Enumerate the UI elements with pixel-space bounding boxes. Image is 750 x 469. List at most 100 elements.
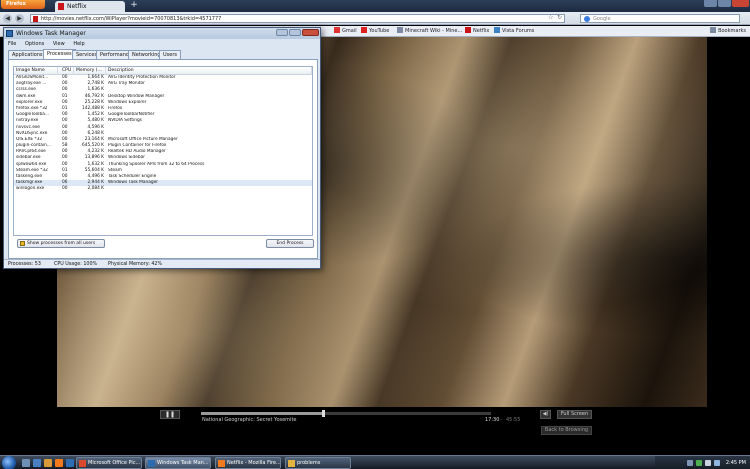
tab-title: Netflix [67,3,87,10]
forward-arrow-icon[interactable]: ▶ [15,14,24,23]
fullscreen-button[interactable]: Full Screen [557,410,592,419]
browser-titlebar: Firefox Netflix + [0,0,750,12]
forum-icon [494,27,500,33]
new-tab-icon[interactable]: + [128,1,140,11]
page-icon [397,27,403,33]
process-rows: AVGIDSMonit... 00 1,664 K AVG Identity Prot… [14,75,312,193]
tab-applications[interactable]: Applications [8,50,47,59]
tray-icon[interactable] [687,460,693,466]
close-icon[interactable] [732,0,749,7]
volume-icon[interactable]: ◀) [540,410,551,419]
shield-icon [20,241,25,246]
taskbar-item[interactable]: Netflix - Mozilla Fire... [215,457,281,469]
taskbar-item[interactable]: Windows Task Man... [145,457,211,469]
task-manager-tabs: Applications Processes Services Performa… [8,49,318,59]
process-list-header: Image Name CPU Memory (... Description [14,67,312,75]
task-manager-window-controls [275,29,319,38]
maximize-icon[interactable] [718,0,731,7]
gmail-icon [334,27,340,33]
show-all-processes-button[interactable]: Show processes from all users [17,239,105,248]
screen: Firefox Netflix + ◀ ▶ http://movies.netf… [0,0,750,469]
task-manager-statusbar: Processes: 53 CPU Usage: 100% Physical M… [4,259,320,268]
taskbar: Microsoft Office Pic... Windows Task Man… [0,455,750,469]
taskbar-item[interactable]: problems [285,457,351,469]
folder-icon[interactable] [44,459,52,467]
bookmark-item[interactable]: Minecraft Wiki - Mine... [397,26,462,37]
cell-image-name: winlogon.exe [16,186,45,192]
table-row[interactable]: winlogon.exe 00 2,084 K [14,186,312,192]
maximize-icon[interactable] [289,29,301,36]
bookmarks-menu[interactable]: Bookmarks [710,26,746,37]
picture-manager-icon [79,460,86,467]
bookmark-item[interactable]: Gmail [334,26,357,37]
task-manager-titlebar[interactable]: Windows Task Manager [4,28,320,39]
google-icon [584,16,590,22]
window-controls [704,0,750,8]
firefox-icon[interactable] [55,459,63,467]
bookmarks-icon [710,27,717,33]
taskbar-item[interactable]: Microsoft Office Pic... [76,457,142,469]
menu-options[interactable]: Options [25,41,44,47]
cell-cpu: 00 [62,186,68,192]
firefox-icon [218,460,225,467]
process-list[interactable]: Image Name CPU Memory (... Description A… [13,66,313,236]
tab-netflix[interactable]: Netflix [55,1,125,12]
minimize-icon[interactable] [704,0,717,7]
menu-view[interactable]: View [53,41,65,47]
end-process-button[interactable]: End Process [266,239,314,248]
bookmark-item[interactable]: YouTube [361,26,389,37]
url-bar[interactable]: http://movies.netflix.com/WiPlayer?movie… [30,14,565,23]
progress-handle[interactable] [321,410,325,417]
task-manager-icon [148,460,155,467]
show-desktop-icon[interactable] [22,459,30,467]
bookmark-star-icon[interactable]: ☆ [548,14,553,21]
total-time: 45:55 [506,417,521,423]
folder-icon [288,460,295,467]
netflix-icon [465,27,471,33]
task-manager-icon [6,30,13,37]
video-title: National Geographic: Secret Yosemite [202,417,297,423]
firefox-menu-button[interactable]: Firefox [1,0,45,9]
menu-help[interactable]: Help [73,41,84,47]
tray-icon[interactable] [696,460,702,466]
switch-windows-icon[interactable] [66,459,74,467]
column-memory[interactable]: Memory (... [74,67,106,75]
search-input[interactable]: Google [580,14,740,23]
url-text: http://movies.netflix.com/WiPlayer?movie… [41,16,222,22]
cell-memory: 2,084 K [87,186,105,192]
column-image-name[interactable]: Image Name [14,67,58,75]
pause-button[interactable]: ❚❚ [160,410,180,419]
clock[interactable]: 2:45 PM [726,456,746,469]
process-count: Processes: 53 [8,262,41,267]
window-title: Windows Task Manager [16,30,86,37]
back-to-browsing-button[interactable]: Back to Browsing [541,426,592,435]
tab-processes[interactable]: Processes [43,49,76,59]
current-time: 17:30 [485,417,500,423]
menu-file[interactable]: File [8,41,16,47]
start-button[interactable] [2,456,16,469]
site-favicon-icon [33,16,38,22]
progress-bar[interactable] [201,410,491,417]
back-arrow-icon[interactable]: ◀ [3,14,12,23]
task-manager-menubar: File Options View Help [8,40,318,48]
reload-icon[interactable]: ↻ [557,14,562,21]
volume-icon[interactable] [705,460,711,466]
player-controls: ❚❚ National Geographic: Secret Yosemite … [57,407,707,437]
task-manager-window: Windows Task Manager File Options View H… [3,27,321,269]
progress-fill [201,412,323,415]
search-placeholder: Google [593,16,611,22]
time-separator: - [500,417,502,423]
navigation-bar: ◀ ▶ http://movies.netflix.com/WiPlayer?m… [0,12,750,25]
ie-icon[interactable] [33,459,41,467]
cpu-usage: CPU Usage: 100% [54,262,98,267]
physical-memory: Physical Memory: 42% [108,262,162,267]
network-icon[interactable] [714,460,720,466]
bookmark-item[interactable]: Netflix [465,26,489,37]
tab-users[interactable]: Users [159,50,182,59]
column-description[interactable]: Description [106,67,312,75]
minimize-icon[interactable] [276,29,288,36]
close-icon[interactable] [302,29,319,36]
bookmark-item[interactable]: Vista Forums [494,26,534,37]
processes-panel: Image Name CPU Memory (... Description A… [8,59,318,259]
column-cpu[interactable]: CPU [60,67,74,75]
